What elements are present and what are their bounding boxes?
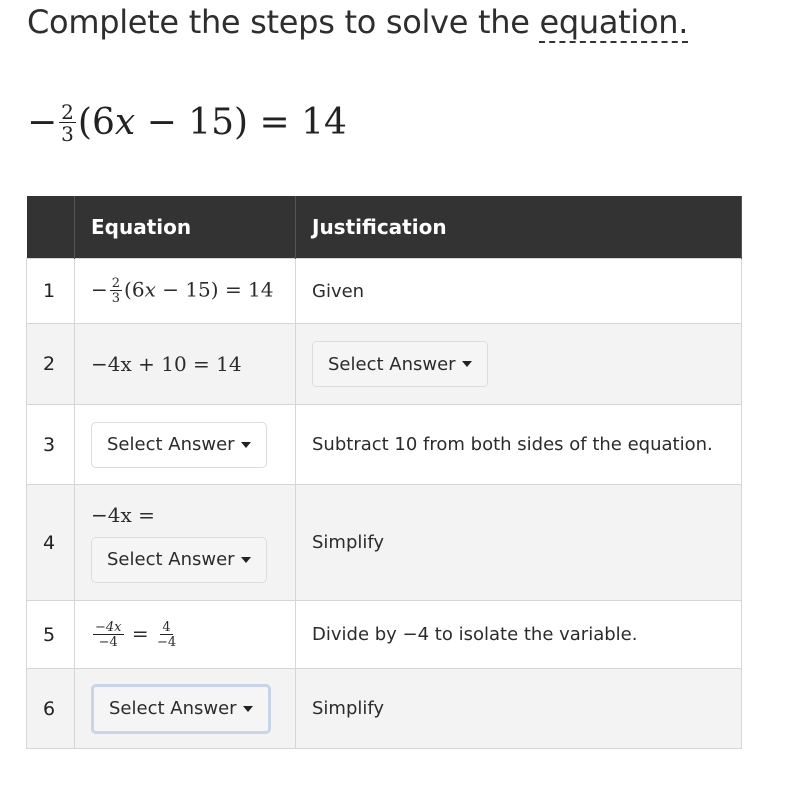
table-row: 3 Select Answer Subtract 10 from both si…	[26, 404, 742, 485]
caret-down-icon	[240, 441, 251, 448]
caret-down-icon	[461, 361, 472, 367]
instruction-prefix: Complete the steps to solve the	[27, 3, 540, 41]
step-number: 1	[26, 258, 75, 324]
header-equation: Equation	[74, 196, 296, 259]
table-row: 4 −4x = Select Answer Simplify	[26, 484, 742, 601]
main-equation: − 2 3 (6 x − 15) = 14	[27, 96, 347, 150]
step-number: 6	[26, 668, 75, 749]
step-number: 4	[26, 484, 75, 601]
steps-table: Equation Justification 1 −2 3 (6x − 15) = …	[26, 196, 742, 749]
equation-select-dropdown[interactable]: Select Answer	[91, 536, 267, 583]
step-justification: Simplify	[295, 484, 742, 601]
main-eq-frac-num: 2	[59, 100, 76, 124]
header-step-number	[26, 196, 75, 259]
select-label: Select Answer	[107, 549, 235, 570]
row5-left-den: −4	[98, 634, 118, 650]
row1-minus: −	[91, 277, 108, 302]
instruction-text: Complete the steps to solve the equation…	[27, 0, 688, 44]
main-eq-frac-den: 3	[61, 122, 74, 146]
select-label: Select Answer	[107, 434, 235, 455]
main-eq-fraction: 2 3	[59, 102, 76, 144]
row1-frac-num: 2	[109, 276, 123, 291]
step-justification: Subtract 10 from both sides of the equat…	[295, 404, 742, 485]
justification-select-dropdown[interactable]: Select Answer	[312, 341, 488, 387]
step-equation: −2 3 (6x − 15) = 14	[74, 258, 296, 324]
step-equation: Select Answer	[74, 668, 296, 749]
step-number: 5	[26, 600, 75, 669]
step-justification: Given	[295, 258, 742, 324]
row1-fraction: 23	[109, 276, 123, 306]
equation-glossary-link[interactable]: equation.	[539, 3, 688, 43]
equation-select-dropdown[interactable]: Select Answer	[91, 683, 271, 734]
table-header-row: Equation Justification	[26, 196, 742, 259]
table-row: 5 −4x −4 = 4 −4 Divide by −4 to isolate th…	[26, 600, 742, 669]
table-row: 1 −2 3 (6x − 15) = 14 Given	[26, 258, 742, 324]
row5-equals: =	[131, 621, 149, 645]
equation-select-dropdown[interactable]: Select Answer	[91, 421, 267, 468]
select-label: Select Answer	[109, 698, 237, 719]
step-number: 2	[26, 323, 75, 405]
row5-left-num: −4x	[93, 619, 124, 635]
row1-frac-den: 3	[111, 291, 121, 306]
caret-down-icon	[242, 705, 253, 712]
caret-down-icon	[240, 556, 251, 563]
step-justification: Simplify	[295, 668, 742, 749]
main-eq-var: x	[114, 102, 136, 143]
table-row: 2 −4x + 10 = 14 Select Answer	[26, 323, 742, 405]
step-justification: Divide by −4 to isolate the variable.	[295, 600, 742, 669]
main-eq-rest: − 15) = 14	[135, 102, 347, 143]
step-equation-prefix: −4x =	[91, 502, 155, 527]
step-number: 3	[26, 404, 75, 485]
step-equation: −4x = Select Answer	[74, 484, 296, 601]
row1-rest: − 15) = 14	[155, 277, 274, 302]
row1-var: x	[144, 277, 156, 302]
row5-left-fraction: −4x −4	[93, 621, 124, 649]
row5-right-den: −4	[156, 634, 177, 650]
step-equation: Select Answer	[74, 404, 296, 485]
main-eq-minus: −	[27, 102, 58, 143]
row5-right-num: 4	[160, 619, 173, 635]
step-equation: −4x −4 = 4 −4	[74, 600, 296, 669]
step-equation: −4x + 10 = 14	[74, 323, 296, 405]
step-justification: Select Answer	[295, 323, 742, 405]
row5-right-fraction: 4 −4	[157, 621, 176, 649]
select-label: Select Answer	[328, 353, 456, 375]
main-eq-paren: (6	[77, 102, 115, 143]
header-justification: Justification	[295, 196, 742, 259]
row1-paren: (6	[124, 277, 145, 302]
table-row: 6 Select Answer Simplify	[26, 668, 742, 749]
